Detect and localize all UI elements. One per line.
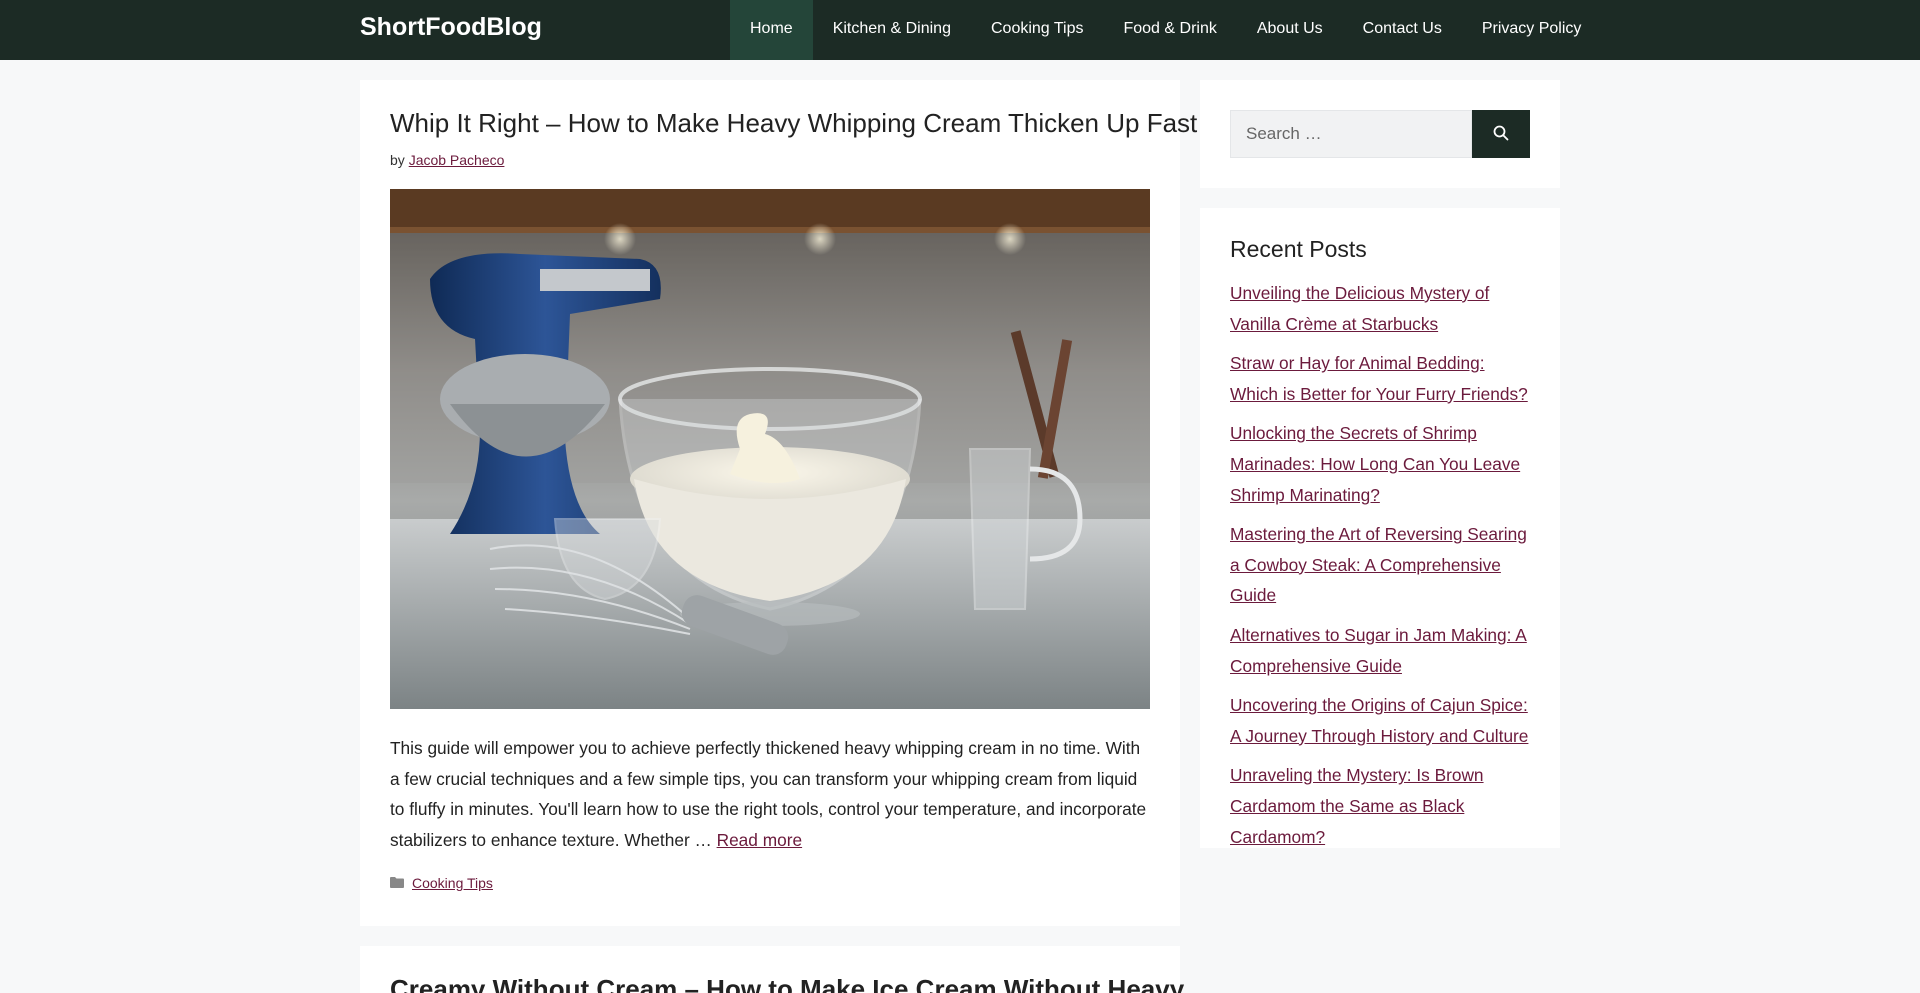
nav-item-contact-us[interactable]: Contact Us bbox=[1343, 0, 1462, 60]
recent-posts-list: Unveiling the Delicious Mystery of Vanil… bbox=[1230, 278, 1535, 861]
list-item: Unraveling the Mystery: Is Brown Cardamo… bbox=[1230, 760, 1535, 852]
recent-post-link[interactable]: Mastering the Art of Reversing Searing a… bbox=[1230, 524, 1527, 605]
site-header: ShortFoodBlog Home Kitchen & Dining Cook… bbox=[0, 0, 1920, 60]
recent-post-link[interactable]: Straw or Hay for Animal Bedding: Which i… bbox=[1230, 353, 1528, 404]
recent-posts-heading: Recent Posts bbox=[1230, 236, 1367, 262]
search-widget bbox=[1200, 80, 1560, 188]
nav-item-home[interactable]: Home bbox=[730, 0, 813, 60]
nav-item-about-us[interactable]: About Us bbox=[1237, 0, 1343, 60]
post-title[interactable]: Whip It Right – How to Make Heavy Whippi… bbox=[390, 108, 1197, 139]
recent-post-link[interactable]: Alternatives to Sugar in Jam Making: A C… bbox=[1230, 625, 1527, 676]
list-item: Unveiling the Delicious Mystery of Vanil… bbox=[1230, 278, 1535, 339]
main-nav: Home Kitchen & Dining Cooking Tips Food … bbox=[730, 0, 1601, 60]
recent-post-link[interactable]: Unlocking the Secrets of Shrimp Marinade… bbox=[1230, 423, 1520, 504]
list-item: Mastering the Art of Reversing Searing a… bbox=[1230, 519, 1535, 611]
folder-icon bbox=[390, 875, 404, 891]
nav-item-kitchen-dining[interactable]: Kitchen & Dining bbox=[813, 0, 971, 60]
site-title[interactable]: ShortFoodBlog bbox=[360, 13, 542, 42]
nav-item-cooking-tips[interactable]: Cooking Tips bbox=[971, 0, 1104, 60]
category-line: Cooking Tips bbox=[390, 875, 493, 891]
recent-post-link[interactable]: Unveiling the Delicious Mystery of Vanil… bbox=[1230, 283, 1489, 334]
search-button[interactable] bbox=[1472, 110, 1530, 158]
featured-image[interactable] bbox=[390, 189, 1150, 709]
nav-item-privacy-policy[interactable]: Privacy Policy bbox=[1462, 0, 1602, 60]
list-item: Alternatives to Sugar in Jam Making: A C… bbox=[1230, 620, 1535, 681]
post-excerpt: This guide will empower you to achieve p… bbox=[390, 733, 1150, 855]
list-item: Unlocking the Secrets of Shrimp Marinade… bbox=[1230, 418, 1535, 510]
byline: by Jacob Pacheco bbox=[390, 152, 504, 168]
category-link[interactable]: Cooking Tips bbox=[412, 875, 493, 891]
next-post-title[interactable]: Creamy Without Cream – How to Make Ice C… bbox=[390, 974, 1184, 993]
author-link[interactable]: Jacob Pacheco bbox=[409, 152, 505, 168]
search-icon bbox=[1493, 125, 1509, 144]
list-item: Straw or Hay for Animal Bedding: Which i… bbox=[1230, 348, 1535, 409]
recent-posts-widget: Recent Posts Unveiling the Delicious Mys… bbox=[1200, 208, 1560, 848]
byline-prefix: by bbox=[390, 152, 405, 168]
recent-post-link[interactable]: Unraveling the Mystery: Is Brown Cardamo… bbox=[1230, 765, 1484, 846]
search-input[interactable] bbox=[1230, 110, 1472, 158]
post-card: Whip It Right – How to Make Heavy Whippi… bbox=[360, 80, 1197, 926]
featured-image-art bbox=[390, 189, 1150, 709]
recent-post-link[interactable]: Uncovering the Origins of Cajun Spice: A… bbox=[1230, 695, 1528, 746]
list-item: Uncovering the Origins of Cajun Spice: A… bbox=[1230, 690, 1535, 751]
read-more-link[interactable]: Read more bbox=[717, 830, 803, 850]
nav-item-food-drink[interactable]: Food & Drink bbox=[1103, 0, 1236, 60]
next-post-card: Creamy Without Cream – How to Make Ice C… bbox=[360, 946, 1184, 993]
